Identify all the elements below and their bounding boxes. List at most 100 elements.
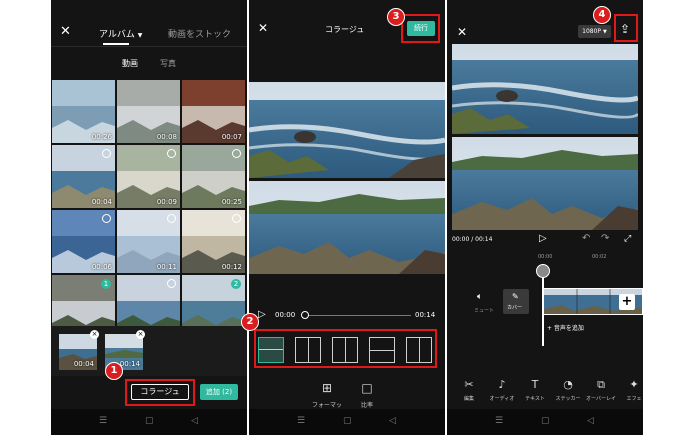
video-thumbnail[interactable]: 00:04 (52, 145, 115, 208)
add-clip-button[interactable]: + (619, 294, 635, 310)
close-icon[interactable]: ✕ (60, 24, 71, 39)
tray-duration: 00:04 (73, 360, 94, 368)
add-audio-button[interactable]: + 音声を追加 (547, 323, 584, 332)
toolbar-item-label: オーバーレイ (586, 396, 616, 402)
annotation-box-collage (125, 379, 195, 406)
ruler-tick: 00:00 (538, 254, 553, 260)
video-grid: 00:26 00:08 00:07 00:04 00:09 00:25 00:06 00:11… (51, 80, 247, 338)
cover-button[interactable]: ✎ カバー (503, 289, 529, 314)
select-circle[interactable] (232, 149, 241, 158)
home-icon[interactable]: ▢ (145, 416, 154, 426)
format-tool-label: フォーマッ (311, 402, 342, 409)
toolbar-item[interactable]: ⧉ オーバーレイ (585, 378, 617, 402)
close-icon[interactable]: ✕ (457, 25, 467, 39)
mute-label: ミュート (474, 308, 495, 314)
home-icon[interactable]: ▢ (541, 416, 550, 426)
toolbar-item[interactable]: T テキスト (519, 378, 551, 402)
select-circle[interactable] (102, 214, 111, 223)
toolbar-item[interactable]: ✦ エフェ (618, 378, 643, 402)
menu-icon[interactable]: ☰ (495, 416, 503, 426)
thumbnail-duration: 00:07 (221, 133, 242, 141)
select-circle[interactable] (232, 214, 241, 223)
time-total: 00:14 (415, 311, 436, 319)
back-icon[interactable]: ◁ (389, 416, 396, 426)
video-thumbnail[interactable]: 00:12 (182, 210, 245, 273)
ruler-tick: 00:02 (592, 254, 607, 260)
subtab-photo[interactable]: 写真 (160, 58, 176, 69)
collage-preview (249, 82, 445, 274)
redo-icon[interactable]: ↷ (601, 233, 609, 244)
annotation-box-layouts (254, 329, 437, 368)
tab-stock-video[interactable]: 動画をストック (168, 27, 231, 40)
undo-icon[interactable]: ↶ (582, 233, 590, 244)
progress-track[interactable] (303, 315, 411, 316)
back-icon[interactable]: ◁ (191, 416, 198, 426)
select-circle[interactable] (167, 149, 176, 158)
editor-preview-image (451, 44, 640, 230)
progress-handle[interactable] (301, 311, 309, 319)
mute-icon[interactable]: 🔈︎ (477, 292, 482, 302)
video-thumbnail[interactable]: 00:25 (182, 145, 245, 208)
menu-icon[interactable]: ☰ (99, 416, 107, 426)
thumbnail-duration: 00:04 (91, 198, 112, 206)
effects-icon: ✦ (629, 378, 639, 391)
video-thumbnail[interactable]: 00:11 (117, 210, 180, 273)
header-divider (51, 46, 247, 47)
menu-icon[interactable]: ☰ (297, 416, 305, 426)
ratio-tool[interactable]: □ 比率 (350, 381, 384, 409)
editor-screen: ✕ 1080P ▼ ⇪ 00:00 / 00:14 ▷ ↶ ↷ ⤢ 00:00 … (447, 0, 643, 435)
screen-title: コラージュ (325, 25, 365, 34)
time-current: 00:00 (275, 311, 296, 319)
subtab-video[interactable]: 動画 (122, 58, 138, 69)
step-badge-1: 1 (105, 362, 123, 380)
tab-album[interactable]: アルバム ▼ (99, 27, 142, 40)
video-thumbnail[interactable]: 00:09 (117, 145, 180, 208)
tab-album-label: アルバム (99, 30, 135, 40)
system-nav-bar: ☰ ▢ ◁ (447, 409, 643, 435)
play-icon[interactable]: ▷ (258, 309, 266, 320)
resolution-label: 1080P (582, 28, 602, 35)
select-circle[interactable] (102, 149, 111, 158)
format-tool[interactable]: ⊞ フォーマッ (310, 381, 344, 409)
tray-item[interactable]: 00:04 (59, 334, 97, 370)
select-circle[interactable] (167, 214, 176, 223)
thumbnail-duration: 00:08 (156, 133, 177, 141)
toolbar-item-label: 編集 (463, 396, 474, 402)
step-badge-3: 3 (387, 8, 405, 26)
add-button[interactable]: 追加 (2) (200, 384, 238, 400)
toolbar-item[interactable]: ♪ オーディオ (486, 378, 518, 402)
scissors-icon: ✂ (464, 378, 474, 391)
thumbnail-duration: 00:11 (156, 263, 177, 271)
tray-duration: 00:14 (119, 360, 140, 368)
home-icon[interactable]: ▢ (343, 416, 352, 426)
resolution-selector[interactable]: 1080P ▼ (578, 25, 611, 38)
selection-number-badge[interactable]: 1 (101, 279, 111, 289)
toolbar-item[interactable]: ◔ ステッカー (552, 378, 584, 402)
play-icon[interactable]: ▷ (539, 233, 547, 244)
music-note-icon: ♪ (498, 378, 506, 391)
remove-icon[interactable]: × (136, 330, 145, 339)
video-thumbnail[interactable]: 00:26 (52, 80, 115, 143)
close-icon[interactable]: ✕ (258, 21, 268, 35)
select-circle[interactable] (167, 279, 176, 288)
system-nav-bar: ☰ ▢ ◁ (249, 409, 445, 435)
thumbnail-duration: 00:06 (91, 263, 112, 271)
back-icon[interactable]: ◁ (587, 416, 594, 426)
overlay-icon: ⧉ (597, 378, 605, 391)
playhead-knob[interactable] (536, 264, 550, 278)
remove-icon[interactable]: × (90, 330, 99, 339)
album-picker-screen: ✕ アルバム ▼ 動画をストック 動画 写真 00:26 00:08 00:07 00… (51, 0, 247, 435)
selection-number-badge[interactable]: 2 (231, 279, 241, 289)
toolbar-item[interactable]: ✂ 編集 (453, 378, 485, 402)
video-thumbnail[interactable]: 00:06 (52, 210, 115, 273)
collage-screen: ✕ コラージュ 続行 ▷ 00:00 00:14 ⊞ フォーマッ □ 比率 ☰ … (249, 0, 445, 435)
toolbar-item-label: オーディオ (489, 396, 515, 402)
fullscreen-icon[interactable]: ⤢ (624, 234, 631, 244)
selection-tray: 00:04 × 00:14 × (51, 326, 247, 376)
video-thumbnail[interactable]: 00:07 (182, 80, 245, 143)
video-thumbnail[interactable]: 00:08 (117, 80, 180, 143)
editor-preview (451, 44, 640, 230)
thumbnail-duration: 00:09 (156, 198, 177, 206)
step-badge-4: 4 (593, 6, 611, 24)
toolbar-item-label: テキスト (525, 396, 545, 402)
